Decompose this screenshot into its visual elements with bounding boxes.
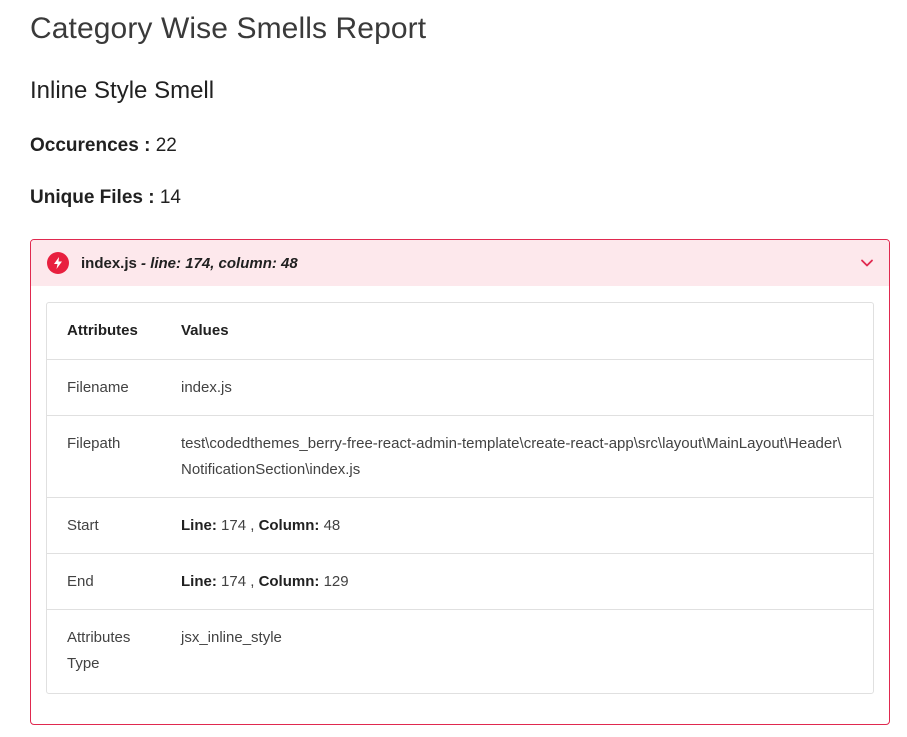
attribute-name: Filename (47, 359, 181, 416)
table-row: Filepath test\codedthemes_berry-free-rea… (47, 415, 873, 498)
table-header-row: Attributes Values (47, 303, 873, 360)
unique-files-label: Unique Files : (30, 187, 155, 208)
accordion-header[interactable]: index.js - line: 174, column: 48 (31, 240, 889, 286)
occurrences-label: Occurences : (30, 135, 151, 156)
unique-files-stat: Unique Files : 14 (30, 187, 181, 209)
attribute-value: Line: 174 , Column: 129 (181, 553, 873, 610)
report-page: Category Wise Smells Report Inline Style… (0, 0, 907, 737)
accordion-location: - line: 174, column: 48 (136, 254, 298, 272)
column-label: Column: (258, 572, 320, 590)
line-value: 174 (221, 516, 247, 534)
attributes-table-card: Attributes Values Filename index.js File… (46, 302, 874, 694)
table-row: Start Line: 174 , Column: 48 (47, 497, 873, 554)
attribute-value: index.js (181, 359, 873, 416)
bolt-icon (47, 252, 69, 274)
attribute-name: End (47, 553, 181, 610)
column-value: 48 (323, 516, 341, 534)
line-label: Line: (181, 516, 217, 534)
line-value: 174 (221, 572, 247, 590)
occurrences-stat: Occurences : 22 (30, 135, 177, 157)
page-title: Category Wise Smells Report (30, 12, 427, 45)
attribute-name: Filepath (47, 415, 181, 498)
table-row: Filename index.js (47, 359, 873, 416)
table-row: Attributes Type jsx_inline_style (47, 609, 873, 691)
attribute-value: Line: 174 , Column: 48 (181, 497, 873, 554)
attribute-name: Attributes Type (67, 628, 131, 672)
occurrences-value: 22 (155, 135, 177, 156)
accordion-file-name: index.js (81, 254, 137, 272)
filepath-value: test\codedthemes_berry-free-react-admin-… (181, 434, 842, 478)
column-header-attributes: Attributes (47, 303, 181, 360)
unique-files-value: 14 (159, 187, 181, 208)
attribute-name: Start (47, 497, 181, 554)
table-row: End Line: 174 , Column: 129 (47, 553, 873, 610)
column-value: 129 (323, 572, 349, 590)
line-label: Line: (181, 572, 217, 590)
attribute-value: test\codedthemes_berry-free-react-admin-… (181, 415, 873, 498)
separator: , (250, 572, 255, 590)
attribute-value: jsx_inline_style (181, 628, 282, 646)
accordion-title: index.js - line: 174, column: 48 (81, 255, 298, 272)
column-label: Column: (258, 516, 320, 534)
attributes-table: Attributes Values Filename index.js File… (47, 303, 873, 691)
column-header-values: Values (181, 303, 873, 360)
separator: , (250, 516, 255, 534)
chevron-down-icon[interactable] (859, 255, 875, 271)
smell-accordion: index.js - line: 174, column: 48 Attribu… (30, 239, 890, 725)
smell-category-title: Inline Style Smell (30, 77, 215, 104)
